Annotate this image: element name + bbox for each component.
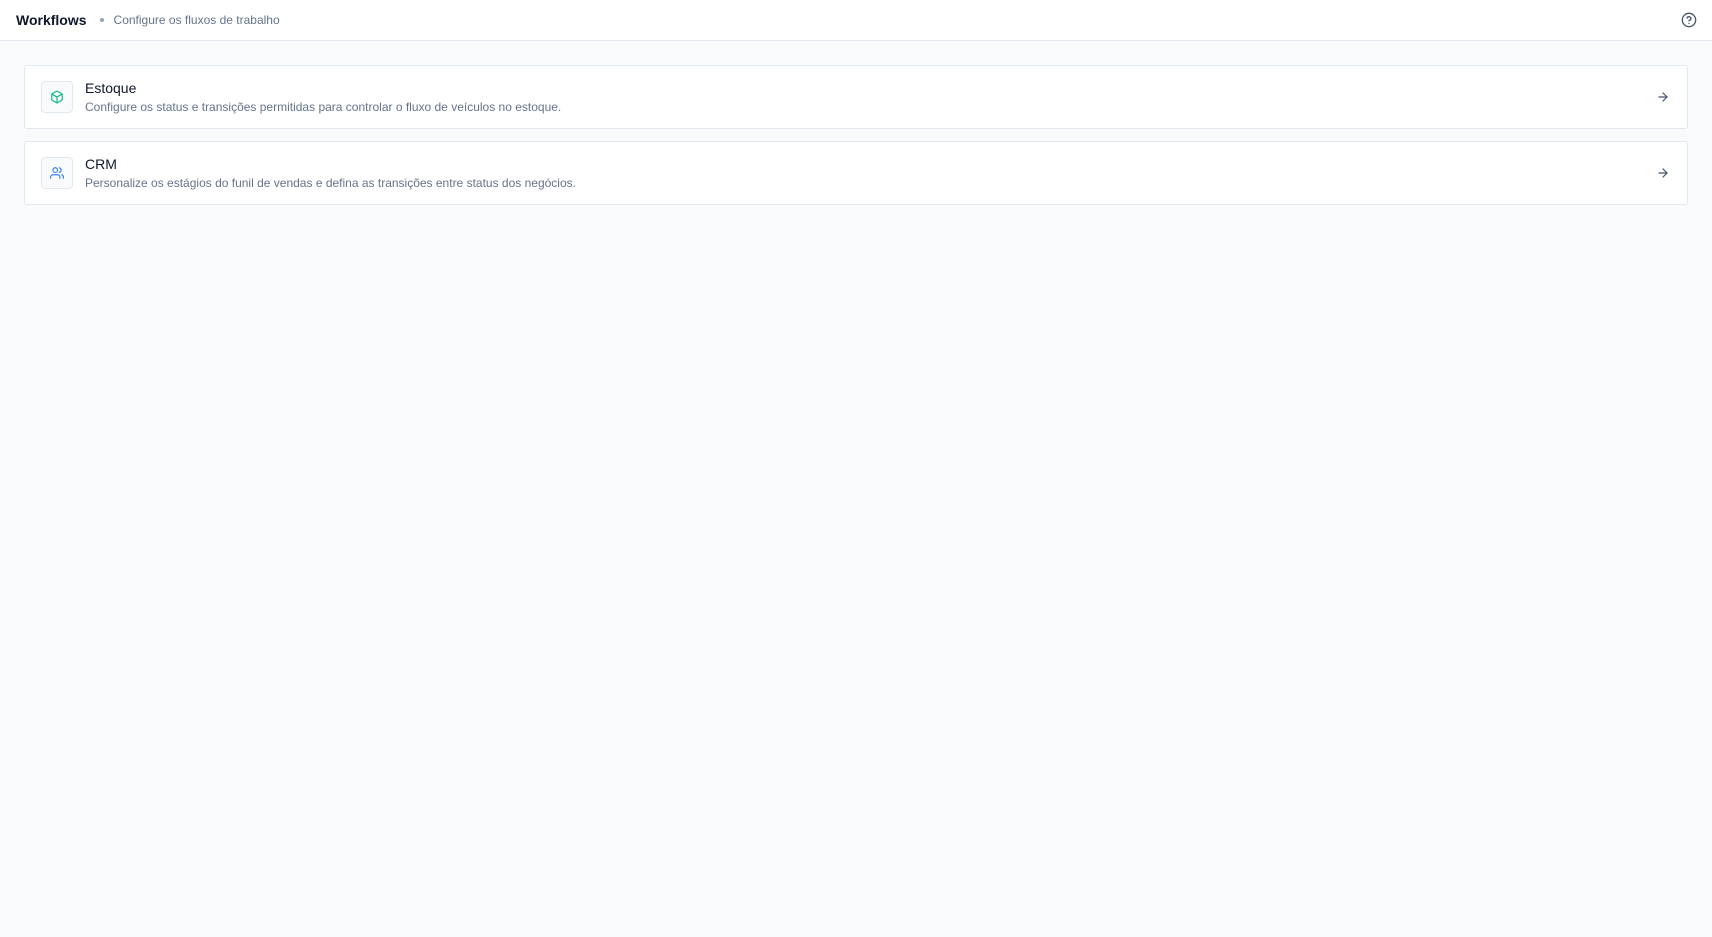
card-arrow[interactable] bbox=[1653, 163, 1673, 183]
users-icon bbox=[50, 167, 64, 179]
help-circle-icon bbox=[1681, 12, 1697, 28]
page-title: Workflows bbox=[16, 12, 87, 28]
workflow-card-crm[interactable]: CRM Personalize os estágios do funil de … bbox=[24, 141, 1688, 205]
card-icon-box bbox=[41, 81, 73, 113]
workflow-card-estoque[interactable]: Estoque Configure os status e transições… bbox=[24, 65, 1688, 129]
card-icon-box bbox=[41, 157, 73, 189]
card-text: Estoque Configure os status e transições… bbox=[85, 79, 1653, 115]
card-arrow[interactable] bbox=[1653, 87, 1673, 107]
package-icon bbox=[51, 90, 63, 104]
card-description: Configure os status e transições permiti… bbox=[85, 100, 562, 114]
arrow-right-icon bbox=[1658, 168, 1668, 178]
main-content: Estoque Configure os status e transições… bbox=[0, 41, 1712, 205]
separator-dot bbox=[99, 18, 104, 22]
app: Workflows Configure os fluxos de trabalh… bbox=[0, 0, 1712, 937]
page-header: Workflows Configure os fluxos de trabalh… bbox=[0, 0, 1712, 41]
help-button[interactable] bbox=[1679, 10, 1699, 30]
arrow-right-icon bbox=[1658, 92, 1668, 102]
card-title: Estoque bbox=[85, 80, 137, 96]
card-title: CRM bbox=[85, 156, 117, 172]
card-text: CRM Personalize os estágios do funil de … bbox=[85, 155, 1653, 191]
card-description: Personalize os estágios do funil de vend… bbox=[85, 176, 576, 190]
page-subtitle: Configure os fluxos de trabalho bbox=[113, 13, 280, 27]
